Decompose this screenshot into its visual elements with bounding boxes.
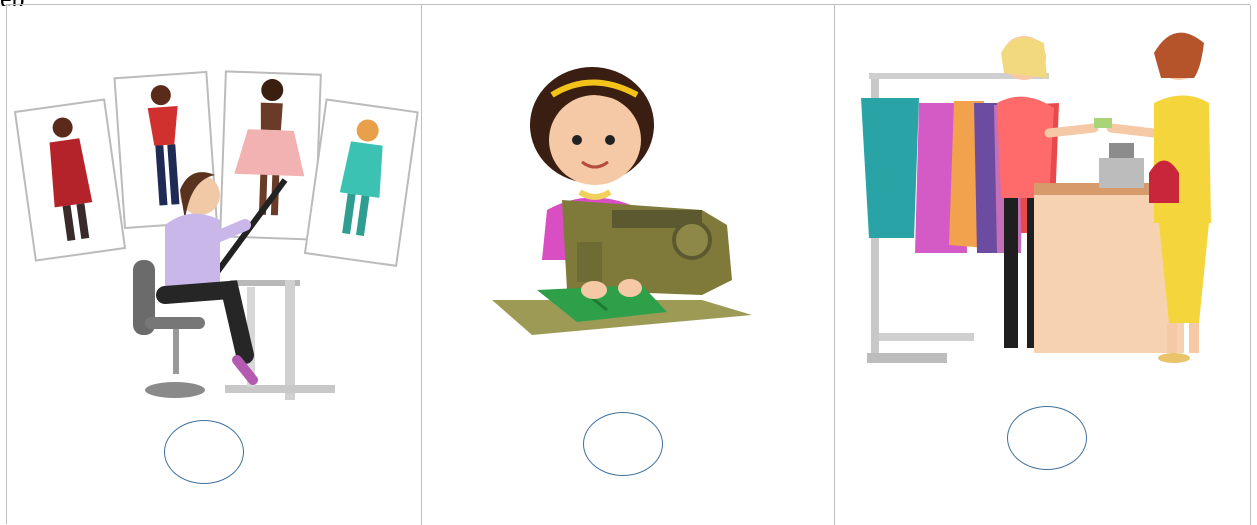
answer-circle[interactable] <box>1007 406 1087 470</box>
table-cell-shop <box>835 5 1251 525</box>
table-cell-seamstress <box>422 5 835 525</box>
table-cell-designer <box>7 5 422 525</box>
answer-circle[interactable] <box>583 412 663 476</box>
seamstress-sewing-machine-illustration <box>492 67 752 335</box>
fashion-designer-sketching-illustration <box>13 70 419 400</box>
answer-circle[interactable] <box>164 420 244 484</box>
picture-table <box>6 4 1251 525</box>
clothing-shop-sales-assistant-illustration <box>861 32 1211 363</box>
